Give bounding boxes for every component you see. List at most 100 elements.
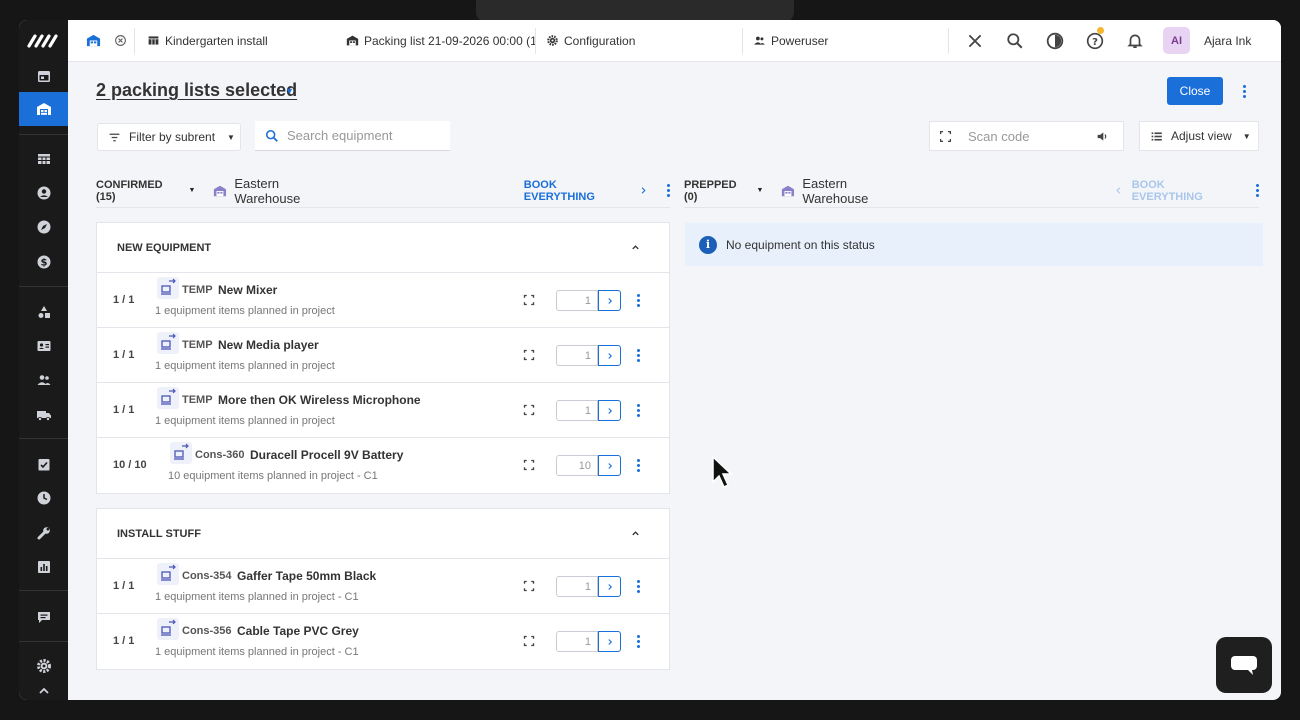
row-more-icon[interactable] [637, 634, 640, 648]
help-button[interactable]: ? [1075, 20, 1115, 62]
sidebar-item-calendar[interactable] [19, 61, 68, 91]
page-title[interactable]: 2 packing lists selected [96, 80, 297, 101]
sidebar-item-time[interactable] [19, 483, 68, 513]
search-input[interactable] [287, 128, 437, 143]
equipment-name[interactable]: More then OK Wireless Microphone [218, 393, 421, 407]
chevron-right-icon[interactable] [638, 185, 649, 196]
book-item-button[interactable] [598, 576, 621, 597]
tab-role[interactable]: Poweruser [743, 20, 948, 62]
scan-icon[interactable] [523, 459, 535, 471]
sidebar-item-resources[interactable] [19, 297, 68, 327]
row-more-icon[interactable] [637, 348, 640, 362]
equipment-row[interactable]: 1 / 1 TEMP More then OK Wireless Microph… [97, 383, 669, 438]
page-more-icon[interactable] [1238, 84, 1250, 98]
sidebar-item-maintenance[interactable] [19, 518, 68, 548]
tab-project[interactable]: Kindergarten install [135, 20, 338, 62]
confirmed-status-label[interactable]: CONFIRMED (15) [96, 179, 185, 203]
app-logo[interactable] [19, 20, 68, 62]
quantity-input[interactable] [556, 455, 598, 476]
scan-icon[interactable] [523, 635, 535, 647]
quantity-stepper [556, 631, 621, 652]
equipment-name[interactable]: New Mixer [218, 283, 277, 297]
prepped-more-icon[interactable] [1256, 184, 1259, 198]
list-icon [1151, 131, 1162, 141]
equipment-name[interactable]: Gaffer Tape 50mm Black [237, 569, 376, 583]
sidebar-item-finance[interactable]: $ [19, 247, 68, 277]
caret-down-icon[interactable]: ▼ [757, 187, 764, 194]
book-everything-disabled-button[interactable]: BOOK EVERYTHING [1132, 179, 1238, 203]
book-item-button[interactable] [598, 290, 621, 311]
sidebar-item-reports[interactable] [19, 552, 68, 582]
chevron-up-icon[interactable] [630, 242, 641, 253]
caret-down-icon[interactable]: ▼ [189, 187, 196, 194]
breadcrumb-home[interactable] [68, 20, 106, 62]
sidebar-item-id-card[interactable] [19, 331, 68, 361]
equipment-name[interactable]: Cable Tape PVC Grey [237, 624, 359, 638]
chat-button[interactable] [1216, 637, 1272, 693]
close-tab-button[interactable] [106, 20, 134, 62]
sidebar-item-transport[interactable] [19, 400, 68, 430]
prepped-warehouse[interactable]: Eastern Warehouse [781, 176, 915, 206]
filter-by-subrent-button[interactable]: Filter by subrent ▼ [97, 123, 241, 151]
row-more-icon[interactable] [637, 293, 640, 307]
row-more-icon[interactable] [637, 458, 640, 472]
empty-status-message: i No equipment on this status [685, 223, 1263, 266]
theme-toggle[interactable] [1035, 20, 1075, 62]
sidebar-item-explore[interactable] [19, 212, 68, 242]
quantity-input[interactable] [556, 400, 598, 421]
sidebar-item-contacts[interactable] [19, 178, 68, 208]
book-item-button[interactable] [598, 631, 621, 652]
row-more-icon[interactable] [637, 403, 640, 417]
group-header[interactable]: NEW EQUIPMENT [97, 223, 669, 273]
prepped-status-label[interactable]: PREPPED (0) [684, 179, 753, 203]
sidebar-item-warehouse[interactable] [19, 92, 68, 126]
equipment-qty: 10 / 10 [113, 459, 147, 471]
sidebar-item-crew[interactable] [19, 365, 68, 395]
user-name[interactable]: Ajara Ink [1204, 34, 1251, 48]
search-button[interactable] [995, 20, 1035, 62]
sidebar-item-messages[interactable] [19, 602, 68, 632]
equipment-row[interactable]: 1 / 1 TEMP New Media player 1 equipment … [97, 328, 669, 383]
tab-configuration[interactable]: Configuration [536, 20, 742, 62]
configuration-label: Configuration [564, 33, 636, 48]
warehouse-icon [86, 34, 100, 47]
sidebar-collapse-button[interactable] [19, 676, 68, 700]
quantity-input[interactable] [556, 290, 598, 311]
project-name: Kindergarten install [165, 33, 268, 48]
equipment-row[interactable]: 1 / 1 Cons-354 Gaffer Tape 50mm Black 1 … [97, 559, 669, 614]
close-button[interactable]: Close [1167, 77, 1223, 105]
equipment-subtitle: 10 equipment items planned in project - … [168, 470, 378, 482]
quantity-input[interactable] [556, 576, 598, 597]
scan-icon[interactable] [523, 580, 535, 592]
avatar[interactable]: AI [1163, 27, 1190, 54]
equipment-row[interactable]: 1 / 1 Cons-356 Cable Tape PVC Grey 1 equ… [97, 614, 669, 669]
equipment-name[interactable]: New Media player [218, 338, 319, 352]
tab-packing-list[interactable]: Packing list 21-09-2026 00:00 (148 [338, 20, 535, 62]
row-more-icon[interactable] [637, 579, 640, 593]
scan-icon[interactable] [523, 349, 535, 361]
equipment-name[interactable]: Duracell Procell 9V Battery [250, 448, 403, 462]
scan-icon[interactable] [523, 294, 535, 306]
sidebar-item-table[interactable] [19, 144, 68, 174]
confirmed-warehouse[interactable]: Eastern Warehouse [213, 176, 347, 206]
equipment-row[interactable]: 1 / 1 TEMP New Mixer 1 equipment items p… [97, 273, 669, 328]
quantity-input[interactable] [556, 631, 598, 652]
scan-icon[interactable] [523, 404, 535, 416]
chevron-up-icon[interactable] [630, 528, 641, 539]
equipment-row[interactable]: 10 / 10 Cons-360 Duracell Procell 9V Bat… [97, 438, 669, 493]
group-header[interactable]: INSTALL STUFF [97, 509, 669, 559]
scan-code-input[interactable] [968, 128, 1088, 144]
book-item-button[interactable] [598, 345, 621, 366]
chevron-left-icon[interactable] [1113, 185, 1124, 196]
confirmed-more-icon[interactable] [667, 184, 670, 198]
quantity-input[interactable] [556, 345, 598, 366]
book-item-button[interactable] [598, 455, 621, 476]
volume-icon[interactable] [1096, 130, 1109, 143]
adjust-view-button[interactable]: Adjust view ▼ [1139, 121, 1259, 151]
notifications-button[interactable] [1115, 20, 1155, 62]
caret-down-icon[interactable]: ▼ [285, 86, 294, 96]
sidebar-item-tasks[interactable] [19, 449, 68, 479]
close-window-button[interactable] [955, 20, 995, 62]
book-item-button[interactable] [598, 400, 621, 421]
book-everything-button[interactable]: BOOK EVERYTHING [524, 179, 630, 203]
